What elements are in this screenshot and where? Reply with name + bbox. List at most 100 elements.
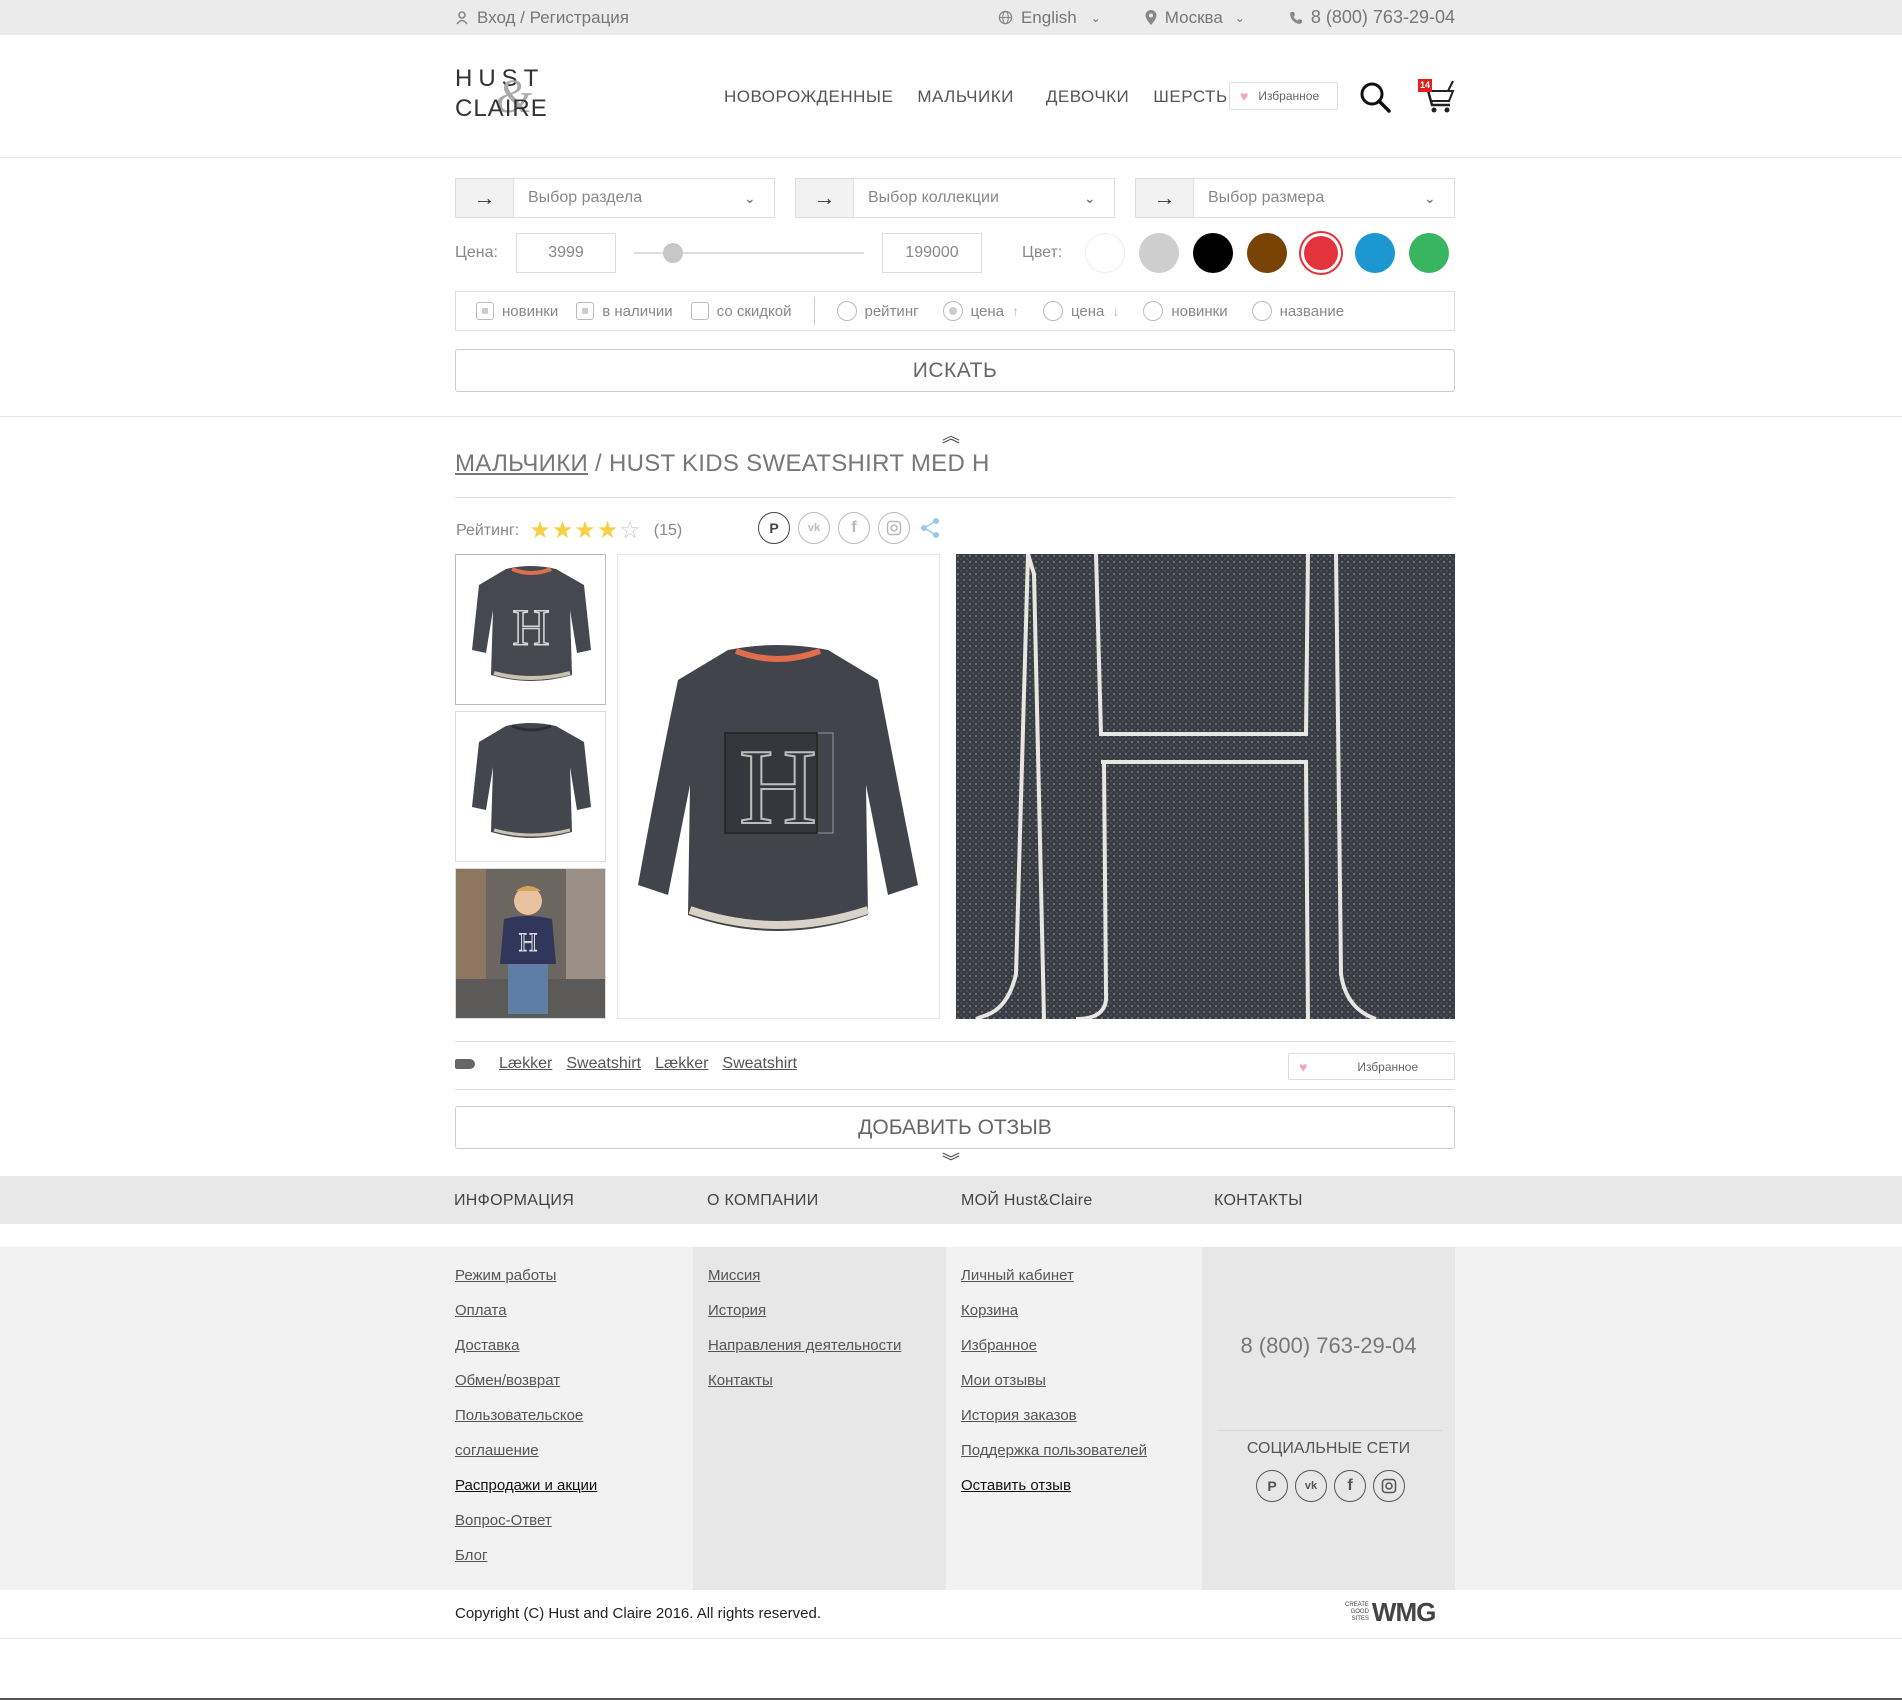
footer-link[interactable]: Доставка (455, 1338, 708, 1373)
product-tag[interactable]: Sweatshirt (722, 1055, 797, 1073)
footer-link[interactable]: История заказов (961, 1408, 1200, 1443)
sort-radio[interactable]: цена ↑ (942, 301, 1019, 321)
section-select-label: Выбор раздела (528, 189, 643, 206)
footer-link[interactable]: Блог (455, 1548, 708, 1583)
sort-radio[interactable]: цена ↓ (1042, 301, 1119, 321)
thumbnail-3[interactable]: H (455, 868, 606, 1019)
share-icon[interactable] (918, 516, 942, 540)
breadcrumb-link-boys[interactable]: МАЛЬЧИКИ (455, 450, 588, 477)
filter-checkbox[interactable]: новинки (476, 302, 558, 320)
price-min-input[interactable]: 3999 (516, 233, 616, 273)
footer-link[interactable]: Избранное (961, 1338, 1200, 1373)
product-tag[interactable]: Sweatshirt (566, 1055, 641, 1073)
collapse-filter-icon[interactable]: ︽ (942, 422, 960, 448)
footer-link[interactable]: Мои отзывы (961, 1373, 1200, 1408)
vk-icon[interactable]: vk (1295, 1470, 1327, 1502)
collection-select[interactable]: → Выбор коллекции ⌄ (795, 178, 1115, 218)
footer-contacts: 8 (800) 763-29-04 СОЦИАЛЬНЫЕ СЕТИ P vk f (1202, 1247, 1455, 1590)
pinterest-icon[interactable]: P (758, 512, 790, 544)
product-tag[interactable]: Lækker (655, 1055, 708, 1073)
product-favorites-button[interactable]: ♥ Избранное (1288, 1053, 1455, 1080)
footer-link[interactable]: соглашение (455, 1443, 708, 1478)
color-swatch[interactable] (1409, 233, 1449, 273)
price-max-input[interactable]: 199000 (882, 233, 982, 273)
language-select[interactable]: English ⌄ (998, 8, 1101, 28)
section-select[interactable]: → Выбор раздела ⌄ (455, 178, 775, 218)
size-select-label: Выбор размера (1208, 189, 1325, 206)
nav-item-girls[interactable]: ДЕВОЧКИ (1046, 87, 1129, 107)
footer-link[interactable]: Пользовательское (455, 1408, 708, 1443)
pinterest-icon[interactable]: P (1256, 1470, 1288, 1502)
vk-icon[interactable]: vk (798, 512, 830, 544)
footer-link[interactable]: Оставить отзыв (961, 1478, 1200, 1513)
search-button[interactable]: ИСКАТЬ (455, 349, 1455, 392)
color-swatch[interactable] (1247, 233, 1287, 273)
footer-link[interactable]: Миссия (708, 1268, 946, 1303)
footer-link[interactable]: Корзина (961, 1303, 1200, 1338)
footer-link[interactable]: Контакты (708, 1373, 946, 1408)
sort-radio[interactable]: рейтинг (836, 301, 919, 321)
logo[interactable]: HUST & CLAIRE (455, 65, 560, 125)
phone-icon (1289, 11, 1302, 24)
nav-item-wool[interactable]: ШЕРСТЬ (1153, 87, 1227, 107)
size-select[interactable]: → Выбор размера ⌄ (1135, 178, 1455, 218)
sort-radio[interactable]: новинки (1143, 301, 1228, 321)
footer-phone[interactable]: 8 (800) 763-29-04 (1202, 1333, 1455, 1359)
facebook-icon[interactable]: f (838, 512, 870, 544)
arrow-up-icon: ↑ (1011, 303, 1019, 319)
footer-link[interactable]: Обмен/возврат (455, 1373, 708, 1408)
footer-link[interactable]: История (708, 1303, 946, 1338)
developer-logo[interactable]: CREATE GOOD SITES WMG (1345, 1597, 1436, 1628)
color-swatch[interactable] (1304, 236, 1338, 270)
main-nav: НОВОРОЖДЕННЫЕ МАЛЬЧИКИ ДЕВОЧКИ ШЕРСТЬ (724, 87, 1232, 107)
color-swatch[interactable] (1355, 233, 1395, 273)
nav-item-newborn[interactable]: НОВОРОЖДЕННЫЕ (724, 87, 893, 107)
price-slider[interactable] (634, 233, 864, 273)
rating-stars[interactable]: ★★★★☆ (529, 516, 642, 545)
star-icon[interactable]: ★ (529, 517, 552, 544)
footer-social-icons: P vk f (1256, 1470, 1405, 1502)
footer-link[interactable]: Поддержка пользователей (961, 1443, 1200, 1478)
favorites-button[interactable]: ♥ Избранное (1229, 82, 1338, 110)
footer: Режим работы Оплата Доставка Обмен/возврат П… (0, 1247, 1902, 1590)
star-icon[interactable]: ☆ (619, 517, 642, 544)
color-swatch[interactable] (1139, 233, 1179, 273)
footer-link[interactable]: Вопрос-Ответ (455, 1513, 708, 1548)
nav-item-boys[interactable]: МАЛЬЧИКИ (917, 87, 1014, 107)
thumbnail-2[interactable] (455, 711, 606, 862)
filter-checkbox[interactable]: со скидкой (690, 302, 792, 320)
footer-link[interactable]: Оплата (455, 1303, 708, 1338)
tag-icon (455, 1059, 475, 1069)
star-icon[interactable]: ★ (552, 517, 575, 544)
radio-icon (1143, 301, 1164, 321)
thumbnail-1[interactable]: H (455, 554, 606, 705)
login-link[interactable]: Вход / Регистрация (455, 8, 629, 28)
color-swatch[interactable] (1085, 233, 1125, 273)
footer-link[interactable]: Направления деятельности (708, 1338, 946, 1373)
color-swatch[interactable] (1193, 233, 1233, 273)
star-icon[interactable]: ★ (574, 517, 597, 544)
footer-link[interactable]: Личный кабинет (961, 1268, 1200, 1303)
price-color-row: Цена: 3999 199000 Цвет: (455, 233, 1455, 273)
facebook-icon[interactable]: f (1334, 1470, 1366, 1502)
footer-info-links: Режим работы Оплата Доставка Обмен/возврат П… (455, 1247, 708, 1590)
city-select[interactable]: Москва ⌄ (1145, 8, 1245, 28)
search-icon[interactable] (1358, 80, 1392, 114)
product-main-image[interactable]: H (617, 554, 940, 1019)
add-review-button[interactable]: ДОБАВИТЬ ОТЗЫВ (455, 1106, 1455, 1149)
expand-icon[interactable]: ︾ (942, 1148, 960, 1174)
footer-link[interactable]: Режим работы (455, 1268, 708, 1303)
footer-heading-info: ИНФОРМАЦИЯ (454, 1192, 575, 1209)
footer-header: ИНФОРМАЦИЯ О КОМПАНИИ МОЙ Hust&Claire КО… (0, 1176, 1902, 1224)
star-icon[interactable]: ★ (597, 517, 620, 544)
product-tag[interactable]: Lækker (499, 1055, 552, 1073)
filter-checkbox[interactable]: в наличии (576, 302, 673, 320)
slider-handle[interactable] (662, 243, 683, 263)
sort-radio[interactable]: название (1251, 301, 1344, 321)
footer-link[interactable]: Распродажи и акции (455, 1478, 708, 1513)
collection-select-label: Выбор коллекции (868, 189, 999, 206)
instagram-icon[interactable] (1373, 1470, 1405, 1502)
color-swatches (1085, 233, 1449, 273)
instagram-icon[interactable] (878, 512, 910, 544)
phone-link[interactable]: 8 (800) 763-29-04 (1289, 7, 1455, 28)
